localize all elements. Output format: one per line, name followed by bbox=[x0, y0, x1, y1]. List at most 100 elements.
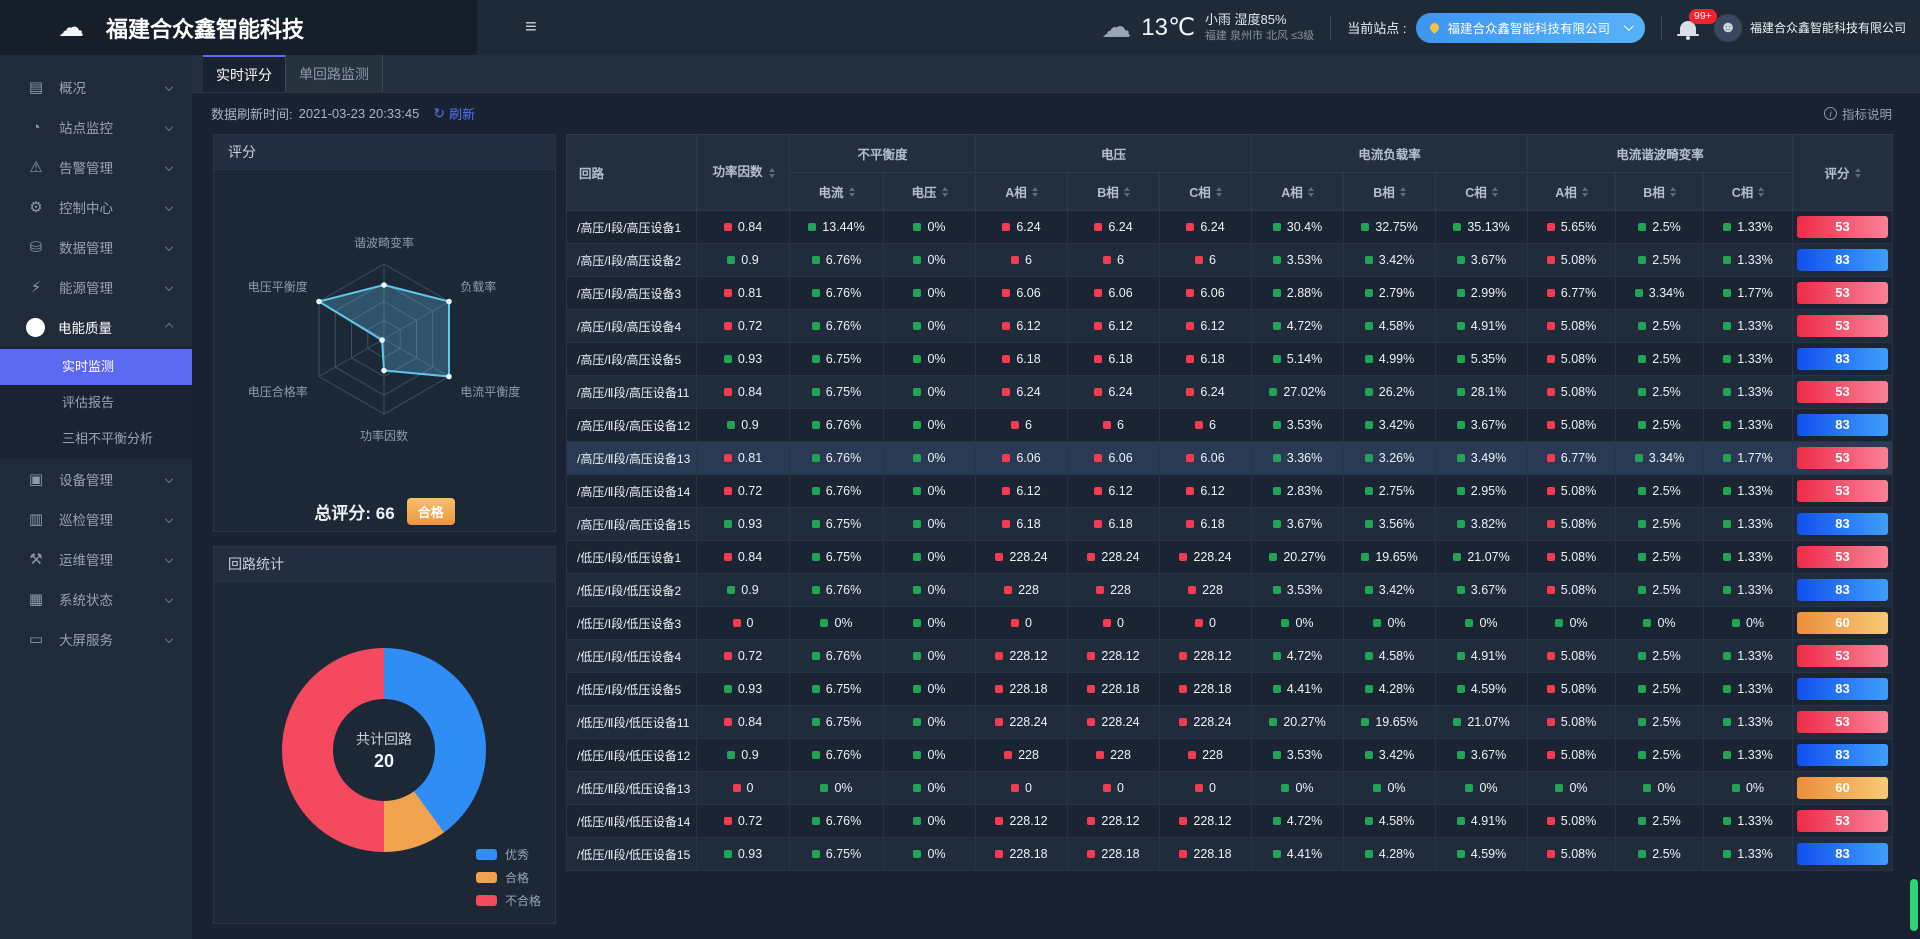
refresh-button[interactable]: ↻ 刷新 bbox=[433, 104, 475, 123]
table-row[interactable]: /低压/Ⅱ段/低压设备120.96.76%0%2282282283.53%3.4… bbox=[567, 739, 1893, 772]
status-dot bbox=[1457, 322, 1465, 330]
table-row[interactable]: /高压/Ⅱ段/高压设备140.726.76%0%6.126.126.122.83… bbox=[567, 475, 1893, 508]
chevron-down-icon bbox=[165, 243, 173, 251]
sidebar-item[interactable]: ⚠告警管理 bbox=[0, 147, 192, 187]
weather-temp: 13℃ bbox=[1141, 13, 1195, 42]
table-row[interactable]: /高压/Ⅱ段/高压设备110.846.75%0%6.246.246.2427.0… bbox=[567, 376, 1893, 409]
sidebar-subitem[interactable]: 评估报告 bbox=[0, 385, 192, 421]
status-dot bbox=[1087, 553, 1095, 561]
tab[interactable]: 实时评分 bbox=[203, 55, 286, 92]
status-dot bbox=[1195, 619, 1203, 627]
value-cell: 6.76% bbox=[790, 277, 884, 310]
table-row[interactable]: /高压/Ⅰ段/高压设备20.96.76%0%6663.53%3.42%3.67%… bbox=[567, 244, 1893, 277]
status-dot bbox=[1094, 388, 1102, 396]
avatar[interactable]: ☻ bbox=[1714, 14, 1742, 42]
table-row[interactable]: /低压/Ⅰ段/低压设备20.96.76%0%2282282283.53%3.42… bbox=[567, 574, 1893, 607]
sidebar-item[interactable]: ▤概况 bbox=[0, 67, 192, 107]
value-cell: 21.07% bbox=[1436, 706, 1528, 739]
sort-icon[interactable] bbox=[769, 168, 775, 178]
table-row[interactable]: /高压/Ⅱ段/高压设备120.96.76%0%6663.53%3.42%3.67… bbox=[567, 409, 1893, 442]
sort-icon[interactable] bbox=[1582, 187, 1588, 197]
status-dot bbox=[1004, 586, 1012, 594]
sidebar-collapse-icon[interactable]: ≡ bbox=[525, 16, 537, 39]
legend-item[interactable]: 不合格 bbox=[476, 892, 541, 909]
status-dot bbox=[1547, 817, 1555, 825]
value-cell: 1.33% bbox=[1704, 508, 1793, 541]
sidebar-item[interactable]: ⛁数据管理 bbox=[0, 227, 192, 267]
value-cell: 0.84 bbox=[697, 541, 790, 574]
sort-icon[interactable] bbox=[1308, 187, 1314, 197]
table-row[interactable]: /高压/Ⅱ段/高压设备150.936.75%0%6.186.186.183.67… bbox=[567, 508, 1893, 541]
status-dot bbox=[1643, 784, 1651, 792]
svg-text:电流平衡度: 电流平衡度 bbox=[460, 384, 520, 399]
value-cell: 228 bbox=[1160, 739, 1252, 772]
sidebar-item[interactable]: ▥巡检管理 bbox=[0, 499, 192, 539]
status-dot bbox=[724, 322, 732, 330]
table-row[interactable]: /低压/Ⅰ段/低压设备50.936.75%0%228.18228.18228.1… bbox=[567, 673, 1893, 706]
sort-icon[interactable] bbox=[849, 187, 855, 197]
info-icon: i bbox=[1824, 107, 1837, 120]
status-dot bbox=[1547, 256, 1555, 264]
sidebar-item[interactable]: ▭大屏服务 bbox=[0, 619, 192, 659]
circuit-name: /高压/Ⅱ段/高压设备12 bbox=[567, 409, 697, 442]
sort-icon[interactable] bbox=[1400, 187, 1406, 197]
value-cell: 1.33% bbox=[1704, 211, 1793, 244]
value-cell: 0% bbox=[884, 277, 976, 310]
sort-icon[interactable] bbox=[1855, 168, 1861, 178]
sort-icon[interactable] bbox=[1492, 187, 1498, 197]
legend-item[interactable]: 合格 bbox=[476, 869, 541, 886]
table-row[interactable]: /高压/Ⅰ段/高压设备40.726.76%0%6.126.126.124.72%… bbox=[567, 310, 1893, 343]
status-dot bbox=[1643, 619, 1651, 627]
sort-icon[interactable] bbox=[1670, 187, 1676, 197]
tab[interactable]: 单回路监测 bbox=[286, 55, 383, 92]
circuit-stats-panel: 回路统计 共计回路 20 优秀合格不合格 bbox=[213, 546, 556, 924]
sidebar-item[interactable]: ∿电能质量 bbox=[0, 307, 192, 347]
value-cell: 0.93 bbox=[697, 508, 790, 541]
sidebar-item[interactable]: ⚒运维管理 bbox=[0, 539, 192, 579]
table-row[interactable]: /低压/Ⅰ段/低压设备10.846.75%0%228.24228.24228.2… bbox=[567, 541, 1893, 574]
value-cell: 6.06 bbox=[1068, 277, 1160, 310]
table-row[interactable]: /高压/Ⅰ段/高压设备50.936.75%0%6.186.186.185.14%… bbox=[567, 343, 1893, 376]
sidebar-item[interactable]: ⚙控制中心 bbox=[0, 187, 192, 227]
score-bar: 53 bbox=[1797, 315, 1888, 337]
table-row[interactable]: /低压/Ⅰ段/低压设备40.726.76%0%228.12228.12228.1… bbox=[567, 640, 1893, 673]
value-cell: 3.49% bbox=[1436, 442, 1528, 475]
value-cell: 2.5% bbox=[1616, 343, 1704, 376]
score-bar: 60 bbox=[1797, 612, 1888, 634]
status-dot bbox=[1087, 718, 1095, 726]
chevron-down-icon bbox=[165, 555, 173, 563]
table-row[interactable]: /低压/Ⅱ段/低压设备150.936.75%0%228.18228.18228.… bbox=[567, 838, 1893, 871]
score-cell: 53 bbox=[1793, 706, 1893, 739]
table-row[interactable]: /低压/Ⅱ段/低压设备1300%0%0000%0%0%0%0%0%60 bbox=[567, 772, 1893, 805]
sort-icon[interactable] bbox=[942, 187, 948, 197]
sort-icon[interactable] bbox=[1124, 187, 1130, 197]
value-cell: 0% bbox=[884, 211, 976, 244]
station-select[interactable]: 福建合众鑫智能科技有限公司 bbox=[1416, 13, 1645, 43]
sidebar-item[interactable]: ▦系统状态 bbox=[0, 579, 192, 619]
status-dot bbox=[1638, 322, 1646, 330]
table-row[interactable]: /低压/Ⅱ段/低压设备140.726.76%0%228.12228.12228.… bbox=[567, 805, 1893, 838]
indicator-help-link[interactable]: i 指标说明 bbox=[1824, 104, 1892, 123]
sidebar-item[interactable]: ⚡能源管理 bbox=[0, 267, 192, 307]
sidebar-item-label: 巡检管理 bbox=[59, 509, 113, 529]
table-row[interactable]: /低压/Ⅰ段/低压设备300%0%0000%0%0%0%0%0%60 bbox=[567, 607, 1893, 640]
sidebar-item[interactable]: ▣设备管理 bbox=[0, 459, 192, 499]
table-row[interactable]: /高压/Ⅰ段/高压设备10.8413.44%0%6.246.246.2430.4… bbox=[567, 211, 1893, 244]
site-monitor-icon: ◔ bbox=[26, 119, 46, 136]
table-row[interactable]: /高压/Ⅰ段/高压设备30.816.76%0%6.066.066.062.88%… bbox=[567, 277, 1893, 310]
notifications-button[interactable]: 99+ bbox=[1680, 21, 1696, 34]
sidebar-item[interactable]: ◔站点监控 bbox=[0, 107, 192, 147]
sort-icon[interactable] bbox=[1032, 187, 1038, 197]
value-cell: 4.59% bbox=[1436, 673, 1528, 706]
sidebar-subitem[interactable]: 三相不平衡分析 bbox=[0, 421, 192, 457]
sort-icon[interactable] bbox=[1758, 187, 1764, 197]
table-row[interactable]: /低压/Ⅱ段/低压设备110.846.75%0%228.24228.24228.… bbox=[567, 706, 1893, 739]
scrollbar-thumb[interactable] bbox=[1910, 879, 1918, 931]
sidebar-subitem[interactable]: 实时监测 bbox=[0, 349, 192, 385]
score-bar: 53 bbox=[1797, 447, 1888, 469]
table-row[interactable]: /高压/Ⅱ段/高压设备130.816.76%0%6.066.066.063.36… bbox=[567, 442, 1893, 475]
sort-icon[interactable] bbox=[1216, 187, 1222, 197]
status-dot bbox=[913, 388, 921, 396]
legend-item[interactable]: 优秀 bbox=[476, 846, 541, 863]
status-dot bbox=[1732, 784, 1740, 792]
